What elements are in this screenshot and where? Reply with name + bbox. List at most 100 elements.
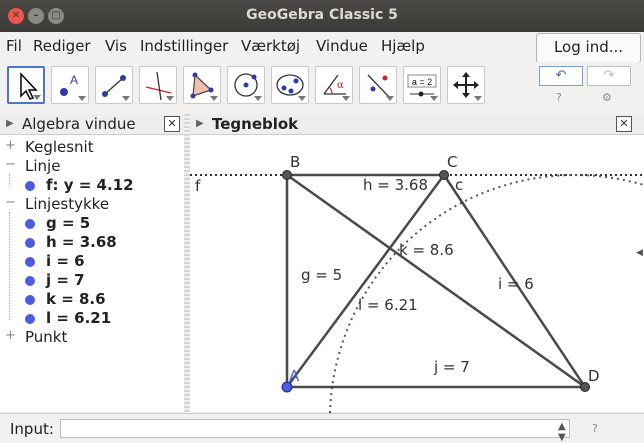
label-circle-c: c [455, 176, 463, 194]
algebra-view: ▶ Algebra vindue ✕ + Keglesnit − Linje f… [0, 114, 184, 412]
menu-vis[interactable]: Vis [105, 37, 127, 55]
tree-item-j[interactable]: j = 7 [0, 271, 184, 290]
slider-tool-button[interactable]: a = 2 [403, 66, 441, 104]
menu-vindue[interactable]: Vindue [316, 37, 368, 55]
label-point-d: D [588, 367, 600, 385]
graphics-header: ▶ Tegneblok ✕ [190, 114, 644, 135]
tree-group-linjestykke[interactable]: − Linjestykke [0, 195, 184, 214]
collapse-triangle-icon[interactable]: ▶ [6, 118, 14, 129]
label-segment-k: k = 8.6 [399, 241, 454, 259]
graphics-close-icon[interactable]: ✕ [616, 116, 632, 132]
circle-tool-button[interactable] [227, 66, 265, 104]
label-segment-i: i = 6 [498, 275, 534, 293]
input-help-icon[interactable]: ? [592, 422, 598, 435]
item-value: f: y = 4.12 [46, 176, 134, 194]
chevron-down-icon [210, 96, 218, 101]
tree-group-keglesnit[interactable]: + Keglesnit [0, 138, 184, 157]
side-panel-arrow-icon[interactable]: ◀ [636, 248, 643, 258]
input-history-icon[interactable]: ▲ ▼ [558, 421, 566, 443]
redo-button[interactable]: ↷ [587, 66, 631, 86]
point-c[interactable] [439, 170, 449, 180]
line-tool-button[interactable] [95, 66, 133, 104]
undo-button[interactable]: ↶ [539, 66, 583, 86]
window-title: GeoGebra Classic 5 [246, 7, 398, 23]
chevron-down-icon [166, 96, 174, 101]
gear-icon[interactable]: ⚙ [602, 91, 612, 104]
chevron-down-icon [474, 96, 482, 101]
item-value: l = 6.21 [46, 309, 112, 327]
item-value: g = 5 [46, 214, 91, 232]
item-value: j = 7 [46, 271, 85, 289]
angle-tool-button[interactable]: α [315, 66, 353, 104]
collapse-triangle-icon[interactable]: ▶ [196, 118, 204, 129]
graphics-title: Tegneblok [212, 115, 299, 133]
expand-icon[interactable]: + [5, 138, 16, 153]
angle-tool-label: α [337, 80, 344, 91]
undo-redo-group: ↶ ↷ [539, 66, 631, 86]
menu-indstillinger[interactable]: Indstillinger [140, 37, 228, 55]
algebra-title: Algebra vindue [22, 115, 136, 133]
tree-connector [9, 212, 11, 320]
visibility-dot-icon[interactable] [25, 181, 35, 191]
tree-group-linje[interactable]: − Linje [0, 157, 184, 176]
chevron-down-icon [254, 96, 262, 101]
group-label: Punkt [25, 328, 68, 346]
item-value: k = 8.6 [46, 290, 106, 308]
visibility-dot-icon[interactable] [25, 295, 35, 305]
item-value: h = 3.68 [46, 233, 117, 251]
tree-item-h[interactable]: h = 3.68 [0, 233, 184, 252]
visibility-dot-icon[interactable] [25, 238, 35, 248]
tree-item-g[interactable]: g = 5 [0, 214, 184, 233]
chevron-down-icon [386, 96, 394, 101]
tree-connector [9, 174, 11, 186]
visibility-dot-icon[interactable] [25, 276, 35, 286]
chevron-down-icon [33, 95, 41, 100]
collapse-icon[interactable]: − [5, 195, 16, 210]
item-value: i = 6 [46, 252, 85, 270]
drawing-canvas[interactable]: B C D A f c h = 3.68 k = 8.6 g = 5 i = 6… [190, 135, 644, 413]
reflect-tool-button[interactable] [359, 66, 397, 104]
label-point-a: A [289, 367, 300, 385]
perpendicular-tool-button[interactable] [139, 66, 177, 104]
expand-icon[interactable]: + [5, 328, 16, 343]
visibility-dot-icon[interactable] [25, 314, 35, 324]
graphics-view[interactable]: ▶ Tegneblok ✕ B C D A f c h = 3.68 k = 8… [190, 114, 644, 413]
tree-item-k[interactable]: k = 8.6 [0, 290, 184, 309]
visibility-dot-icon[interactable] [25, 257, 35, 267]
collapse-icon[interactable]: − [5, 157, 16, 172]
menu-rediger[interactable]: Rediger [33, 37, 91, 55]
algebra-header: ▶ Algebra vindue ✕ [0, 114, 184, 135]
label-segment-l: l = 6.21 [358, 296, 418, 314]
input-bar: Input: ▲ ▼ ? [0, 413, 644, 443]
point-b[interactable] [282, 170, 292, 180]
chevron-down-icon [122, 96, 130, 101]
tree-item-l[interactable]: l = 6.21 [0, 309, 184, 328]
chevron-down-icon [78, 96, 86, 101]
menu-vaerktoej[interactable]: Værktøj [241, 37, 300, 55]
help-icon[interactable]: ? [556, 91, 562, 104]
tree-item-i[interactable]: i = 6 [0, 252, 184, 271]
tree-group-punkt[interactable]: + Punkt [0, 328, 184, 347]
polygon-tool-button[interactable] [183, 66, 221, 104]
label-segment-g: g = 5 [301, 266, 342, 284]
algebra-close-icon[interactable]: ✕ [164, 116, 180, 132]
label-point-b: B [290, 153, 300, 171]
menu-fil[interactable]: Fil [6, 37, 22, 55]
label-segment-j: j = 7 [433, 358, 470, 376]
move-tool-button[interactable] [7, 66, 45, 104]
point-tool-button[interactable]: A [51, 66, 89, 104]
label-point-c: C [447, 153, 457, 171]
visibility-dot-icon[interactable] [25, 219, 35, 229]
chevron-down-icon [342, 96, 350, 101]
input-label: Input: [10, 420, 54, 438]
login-button[interactable]: Log ind... [536, 33, 641, 63]
label-segment-h: h = 3.68 [363, 176, 428, 194]
input-field[interactable] [60, 419, 570, 438]
slider-tool-label: a = 2 [412, 77, 432, 87]
move-graphics-tool-button[interactable] [447, 66, 485, 104]
tree-item-f[interactable]: f: y = 4.12 [0, 176, 184, 195]
chevron-down-icon [430, 96, 438, 101]
conic-tool-button[interactable] [271, 66, 309, 104]
menu-hjaelp[interactable]: Hjælp [381, 37, 425, 55]
group-label: Keglesnit [25, 138, 94, 156]
